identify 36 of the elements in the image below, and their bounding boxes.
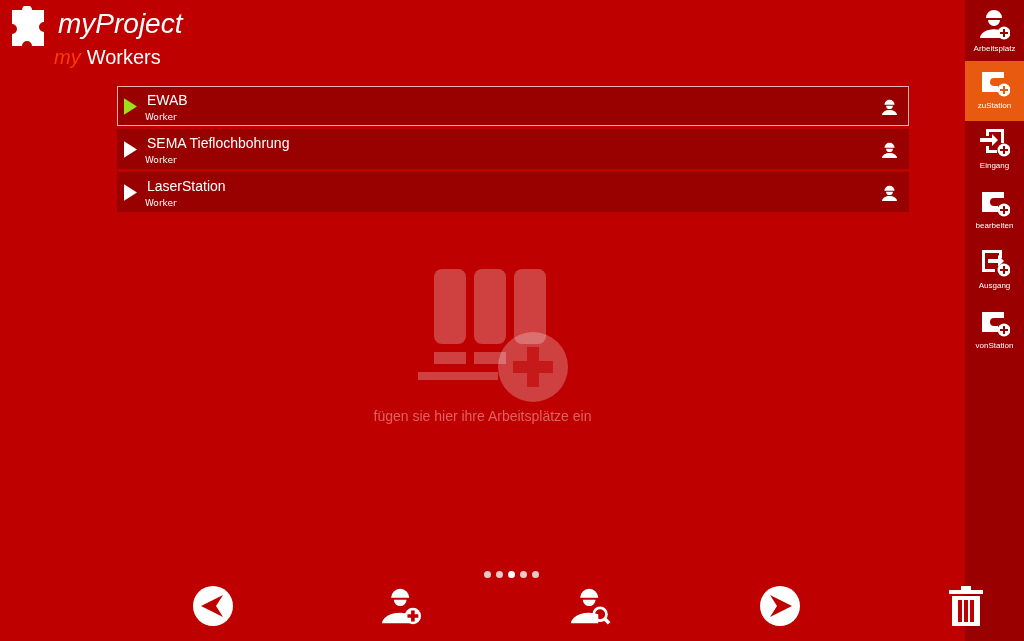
play-triangle-icon (124, 97, 137, 115)
page-title-prefix: my (54, 45, 81, 70)
sidebar-item[interactable]: Ausgang (965, 241, 1024, 301)
worker-icon (881, 183, 898, 201)
page-title: Workers (86, 45, 161, 70)
sidebar-item[interactable]: vonStation (965, 301, 1024, 361)
worker-name: SEMA Tieflochbohrung (147, 134, 291, 152)
worker-icon (881, 97, 898, 115)
page-dot[interactable] (484, 571, 491, 578)
app-title: myProject (58, 7, 183, 41)
worker-type: Worker (145, 111, 178, 123)
page-dot[interactable] (520, 571, 527, 578)
books-add-icon (417, 269, 568, 404)
empty-hint: fügen sie hier ihre Arbeitsplätze ein (373, 408, 592, 424)
worker-row[interactable]: SEMA Tieflochbohrung Worker (117, 129, 909, 169)
sidebar-item[interactable]: bearbeiten (965, 181, 1024, 241)
play-triangle-icon (124, 140, 137, 158)
worker-add-icon (979, 10, 1010, 40)
play-triangle-icon (124, 183, 137, 201)
enter-add-icon (979, 127, 1010, 157)
sidebar-item[interactable]: Eingang (965, 121, 1024, 181)
worker-name: LaserStation (147, 177, 227, 195)
exit-add-icon (979, 247, 1010, 277)
page-dot[interactable] (496, 571, 503, 578)
worker-icon (881, 140, 898, 158)
worker-name: EWAB (147, 91, 189, 109)
worker-row[interactable]: EWAB Worker (117, 86, 909, 126)
page-dot[interactable] (532, 571, 539, 578)
sidebar-item[interactable]: zuStation (965, 61, 1024, 121)
add-worker-icon[interactable] (382, 586, 422, 626)
search-worker-icon[interactable] (571, 586, 611, 626)
worker-type: Worker (145, 154, 178, 166)
page-dot[interactable] (508, 571, 515, 578)
sidebar-item[interactable]: Arbeitsplatz (965, 8, 1024, 61)
worker-row[interactable]: LaserStation Worker (117, 172, 909, 212)
worker-type: Worker (145, 197, 178, 209)
